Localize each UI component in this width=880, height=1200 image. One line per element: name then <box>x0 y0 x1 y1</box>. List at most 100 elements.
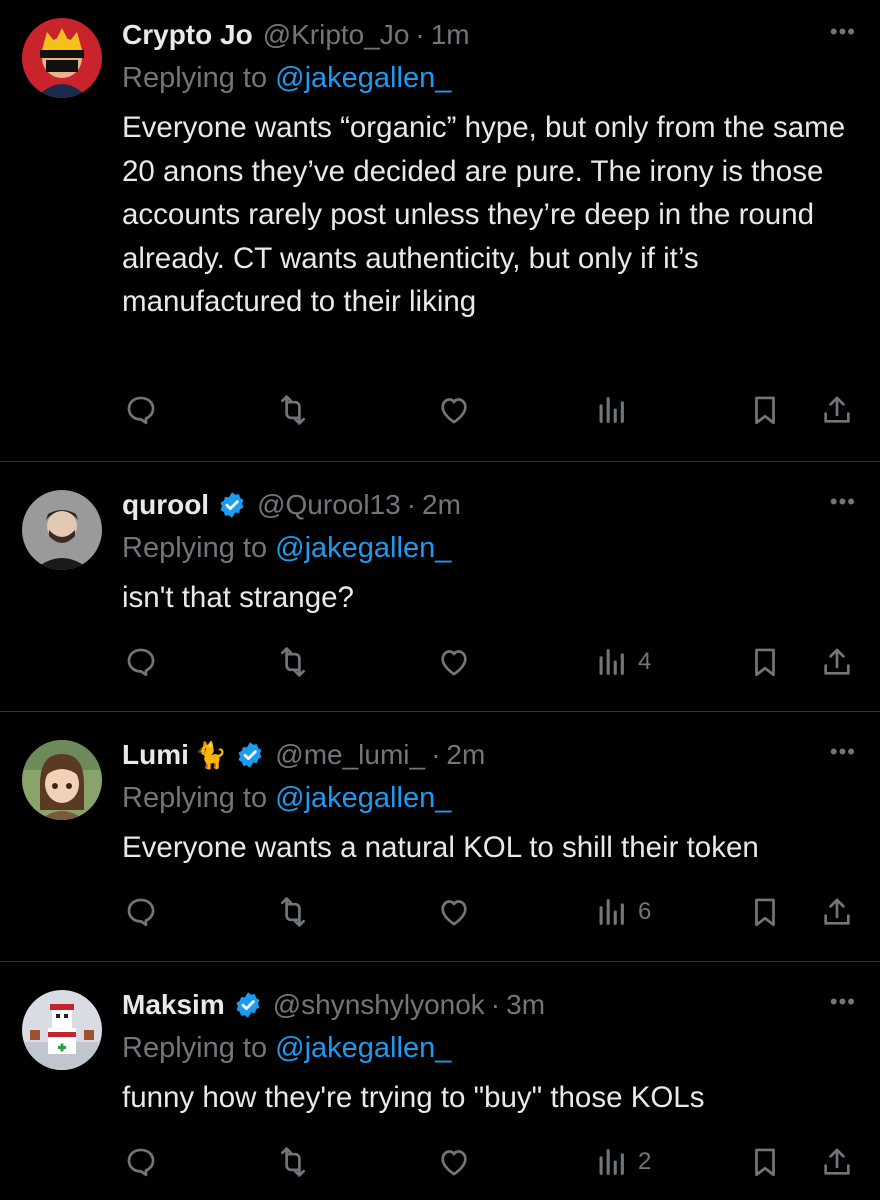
more-options-icon[interactable]: ••• <box>830 491 856 513</box>
avatar[interactable] <box>22 990 102 1070</box>
reply-item[interactable]: Crypto Jo @Kripto_Jo · 1m ••• Replying t… <box>0 0 880 462</box>
avatar[interactable] <box>22 740 102 820</box>
display-name[interactable]: qurool <box>122 489 209 521</box>
verified-badge-icon <box>235 740 265 770</box>
like-icon <box>437 1145 471 1179</box>
replying-to: Replying to @jakegallen_ <box>122 780 856 816</box>
reply-text: isn't that strange? <box>122 581 354 614</box>
retweet-button[interactable] <box>276 892 310 932</box>
reply-item[interactable]: qurool @Qurool13 · 2m ••• Replying to @j… <box>0 462 880 712</box>
reply-content: qurool @Qurool13 · 2m ••• Replying to @j… <box>122 488 856 620</box>
reply-header: Crypto Jo @Kripto_Jo · 1m <box>122 18 856 52</box>
more-options-icon[interactable]: ••• <box>830 991 856 1013</box>
display-name[interactable]: Maksim <box>122 989 225 1021</box>
bookmark-button[interactable] <box>748 390 782 430</box>
timestamp[interactable]: 2m <box>446 739 485 771</box>
like-icon <box>437 645 471 679</box>
reply-header: qurool @Qurool13 · 2m <box>122 488 856 522</box>
replying-prefix: Replying to <box>122 532 276 564</box>
avatar[interactable] <box>22 490 102 570</box>
views-button[interactable]: 2 <box>594 1142 651 1182</box>
avatar[interactable] <box>22 18 102 98</box>
replying-prefix: Replying to <box>122 782 276 814</box>
more-options-icon[interactable]: ••• <box>830 741 856 763</box>
retweet-icon <box>276 895 310 929</box>
reply-icon <box>124 393 158 427</box>
user-handle[interactable]: @Qurool13 <box>257 489 401 521</box>
cat-emoji-icon: 🐈 <box>194 739 228 770</box>
views-icon <box>594 645 628 679</box>
replying-mention-link[interactable]: @jakegallen_ <box>275 1032 451 1064</box>
reply-text: Everyone wants a natural KOL to shill th… <box>122 831 759 864</box>
bookmark-icon <box>748 895 782 929</box>
bookmark-icon <box>748 1145 782 1179</box>
action-bar: 6 <box>0 892 880 932</box>
like-button[interactable] <box>437 1142 471 1182</box>
retweet-button[interactable] <box>276 642 310 682</box>
timestamp[interactable]: 1m <box>431 19 470 51</box>
reply-button[interactable] <box>124 1142 158 1182</box>
views-count: 6 <box>638 898 652 925</box>
action-bar <box>0 390 880 430</box>
reply-button[interactable] <box>124 642 158 682</box>
views-button[interactable] <box>594 390 638 430</box>
replying-to: Replying to @jakegallen_ <box>122 530 856 566</box>
display-name[interactable]: Lumi <box>122 739 189 771</box>
action-bar: 4 <box>0 642 880 682</box>
bookmark-button[interactable] <box>748 1142 782 1182</box>
share-button[interactable] <box>820 390 854 430</box>
views-button[interactable]: 4 <box>594 642 651 682</box>
share-button[interactable] <box>820 1142 854 1182</box>
retweet-button[interactable] <box>276 390 310 430</box>
replying-mention-link[interactable]: @jakegallen_ <box>275 532 451 564</box>
reply-item[interactable]: Lumi 🐈 @me_lumi_ · 2m ••• Replying to @j… <box>0 712 880 962</box>
bookmark-button[interactable] <box>748 892 782 932</box>
action-bar: 2 <box>0 1142 880 1182</box>
reply-icon <box>124 895 158 929</box>
reply-content: Maksim @shynshylyonok · 3m ••• Replying … <box>122 988 856 1120</box>
retweet-button[interactable] <box>276 1142 310 1182</box>
bookmark-button[interactable] <box>748 642 782 682</box>
views-count: 2 <box>638 1148 652 1175</box>
reply-icon <box>124 645 158 679</box>
reply-content: Crypto Jo @Kripto_Jo · 1m ••• Replying t… <box>122 18 856 324</box>
user-handle[interactable]: @shynshylyonok <box>273 989 485 1021</box>
user-handle[interactable]: @me_lumi_ <box>275 739 425 771</box>
replying-to: Replying to @jakegallen_ <box>122 60 856 96</box>
separator-dot: · <box>490 989 501 1020</box>
share-icon <box>820 895 854 929</box>
like-button[interactable] <box>437 642 471 682</box>
replying-prefix: Replying to <box>122 62 276 94</box>
separator-dot: · <box>406 489 417 520</box>
retweet-icon <box>276 645 310 679</box>
share-button[interactable] <box>820 642 854 682</box>
views-button[interactable]: 6 <box>594 892 651 932</box>
share-button[interactable] <box>820 892 854 932</box>
like-icon <box>437 895 471 929</box>
replying-to: Replying to @jakegallen_ <box>122 1030 856 1066</box>
reply-header: Maksim @shynshylyonok · 3m <box>122 988 856 1022</box>
separator-dot: · <box>431 739 441 770</box>
reply-item[interactable]: Maksim @shynshylyonok · 3m ••• Replying … <box>0 962 880 1200</box>
views-count: 4 <box>638 648 652 675</box>
like-button[interactable] <box>437 390 471 430</box>
user-handle[interactable]: @Kripto_Jo <box>263 19 410 51</box>
verified-badge-icon <box>233 990 263 1020</box>
views-icon <box>594 1145 628 1179</box>
reply-icon <box>124 1145 158 1179</box>
timestamp[interactable]: 3m <box>506 989 545 1021</box>
more-options-icon[interactable]: ••• <box>830 21 856 43</box>
reply-button[interactable] <box>124 892 158 932</box>
views-icon <box>594 393 628 427</box>
replying-mention-link[interactable]: @jakegallen_ <box>275 62 451 94</box>
replying-mention-link[interactable]: @jakegallen_ <box>275 782 451 814</box>
retweet-icon <box>276 393 310 427</box>
reply-text: funny how they're trying to "buy" those … <box>122 1081 705 1114</box>
reply-button[interactable] <box>124 390 158 430</box>
like-icon <box>437 393 471 427</box>
reply-content: Lumi 🐈 @me_lumi_ · 2m ••• Replying to @j… <box>122 738 856 870</box>
share-icon <box>820 393 854 427</box>
timestamp[interactable]: 2m <box>422 489 461 521</box>
display-name[interactable]: Crypto Jo <box>122 19 253 51</box>
like-button[interactable] <box>437 892 471 932</box>
